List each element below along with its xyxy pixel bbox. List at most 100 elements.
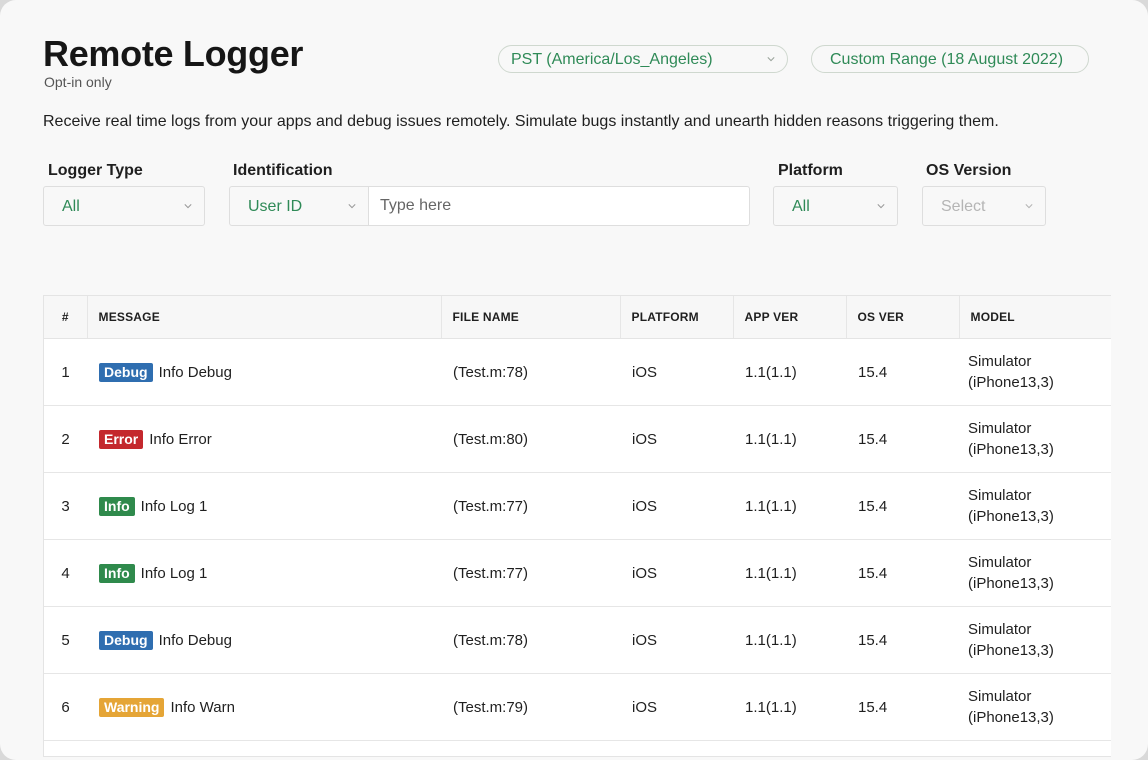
logger-type-select[interactable]: All — [43, 186, 205, 226]
timezone-select[interactable]: PST (America/Los_Angeles) — [498, 45, 788, 73]
column-header-number[interactable]: # — [44, 296, 88, 339]
log-level-badge: Error — [99, 429, 144, 449]
platform-cell: iOS — [620, 472, 733, 540]
message-cell: Info Info Log 1 — [87, 539, 441, 607]
app-ver-cell: 1.1(1.1) — [733, 405, 846, 473]
os-ver-cell: 15.4 — [846, 673, 959, 741]
platform-cell: iOS — [620, 673, 733, 741]
logger-type-value: All — [62, 198, 80, 215]
model-identifier: (iPhone13,3) — [968, 642, 1054, 659]
platform-cell: iOS — [620, 539, 733, 607]
message-text: Info Error — [149, 430, 212, 448]
date-range-value: Custom Range (18 August 2022) — [830, 51, 1064, 68]
os-ver-cell: 15.4 — [846, 606, 959, 674]
file-name-cell: (Test.m:78) — [441, 338, 620, 406]
model-identifier: (iPhone13,3) — [968, 441, 1054, 458]
table-row[interactable]: 4 Info Info Log 1 (Test.m:77) iOS 1.1(1.1… — [44, 539, 1111, 607]
os-ver-cell: 15.4 — [846, 539, 959, 607]
page-description: Receive real time logs from your apps an… — [43, 113, 999, 130]
row-number: 3 — [44, 472, 87, 540]
logger-type-label: Logger Type — [48, 162, 143, 179]
identification-type-value: User ID — [248, 198, 303, 215]
log-level-badge: Debug — [99, 630, 153, 650]
model-cell: Simulator (iPhone13,3) — [959, 405, 1111, 473]
message-cell: Warning Info Warn — [87, 673, 441, 741]
platform-select[interactable]: All — [773, 186, 898, 226]
platform-label: Platform — [778, 162, 843, 179]
logs-table-container: # MESSAGE FILE NAME PLATFORM APP VER OS … — [43, 295, 1111, 757]
model-name: Simulator — [968, 688, 1032, 705]
logs-table: # MESSAGE FILE NAME PLATFORM APP VER OS … — [44, 296, 1111, 741]
model-identifier: (iPhone13,3) — [968, 575, 1054, 592]
identification-type-select[interactable]: User ID — [229, 186, 369, 226]
table-row[interactable]: 5 Debug Info Debug (Test.m:78) iOS 1.1(1.… — [44, 606, 1111, 674]
row-number: 2 — [44, 405, 87, 473]
file-name-cell: (Test.m:80) — [441, 405, 620, 473]
message-cell: Debug Info Debug — [87, 606, 441, 674]
column-header-os-ver[interactable]: OS VER — [846, 296, 960, 339]
platform-cell: iOS — [620, 338, 733, 406]
page-title: Remote Logger — [43, 33, 304, 74]
model-identifier: (iPhone13,3) — [968, 374, 1054, 391]
remote-logger-panel: Remote Logger Opt-in only PST (America/L… — [0, 0, 1148, 760]
model-cell: Simulator (iPhone13,3) — [959, 539, 1111, 607]
os-version-select[interactable]: Select — [922, 186, 1046, 226]
identification-input[interactable] — [369, 186, 750, 226]
chevron-down-icon — [1025, 204, 1033, 209]
model-identifier: (iPhone13,3) — [968, 508, 1054, 525]
model-name: Simulator — [968, 554, 1032, 571]
table-row[interactable]: 3 Info Info Log 1 (Test.m:77) iOS 1.1(1.1… — [44, 472, 1111, 540]
chevron-down-icon — [184, 204, 192, 209]
model-cell: Simulator (iPhone13,3) — [959, 606, 1111, 674]
platform-cell: iOS — [620, 405, 733, 473]
column-header-app-ver[interactable]: APP VER — [733, 296, 847, 339]
log-level-badge: Warning — [99, 697, 165, 717]
row-number: 5 — [44, 606, 87, 674]
platform-cell: iOS — [620, 606, 733, 674]
model-name: Simulator — [968, 353, 1032, 370]
message-cell: Debug Info Debug — [87, 338, 441, 406]
message-text: Info Log 1 — [140, 564, 208, 582]
column-header-platform[interactable]: PLATFORM — [620, 296, 734, 339]
os-version-value: Select — [941, 198, 986, 215]
message-text: Info Debug — [158, 631, 232, 649]
file-name-cell: (Test.m:77) — [441, 472, 620, 540]
os-version-label: OS Version — [926, 162, 1012, 179]
model-cell: Simulator (iPhone13,3) — [959, 472, 1111, 540]
platform-value: All — [792, 198, 810, 215]
log-level-badge: Info — [99, 563, 135, 583]
column-header-file-name[interactable]: FILE NAME — [441, 296, 621, 339]
table-header-row: # MESSAGE FILE NAME PLATFORM APP VER OS … — [44, 296, 1111, 339]
row-number: 1 — [44, 338, 87, 406]
chevron-down-icon — [767, 57, 775, 62]
model-cell: Simulator (iPhone13,3) — [959, 338, 1111, 406]
app-ver-cell: 1.1(1.1) — [733, 606, 846, 674]
app-ver-cell: 1.1(1.1) — [733, 673, 846, 741]
chevron-down-icon — [877, 204, 885, 209]
log-level-badge: Debug — [99, 362, 153, 382]
date-range-button[interactable]: Custom Range (18 August 2022) — [811, 45, 1089, 73]
app-ver-cell: 1.1(1.1) — [733, 539, 846, 607]
file-name-cell: (Test.m:77) — [441, 539, 620, 607]
model-cell: Simulator (iPhone13,3) — [959, 673, 1111, 741]
os-ver-cell: 15.4 — [846, 338, 959, 406]
log-level-badge: Info — [99, 496, 135, 516]
os-ver-cell: 15.4 — [846, 472, 959, 540]
message-text: Info Log 1 — [140, 497, 208, 515]
chevron-down-icon — [348, 204, 356, 209]
row-number: 6 — [44, 673, 87, 741]
column-header-message[interactable]: MESSAGE — [87, 296, 442, 339]
opt-in-note: Opt-in only — [44, 74, 112, 90]
table-row[interactable]: 2 Error Info Error (Test.m:80) iOS 1.1(1.… — [44, 405, 1111, 473]
file-name-cell: (Test.m:79) — [441, 673, 620, 741]
os-ver-cell: 15.4 — [846, 405, 959, 473]
message-cell: Info Info Log 1 — [87, 472, 441, 540]
model-identifier: (iPhone13,3) — [968, 709, 1054, 726]
column-header-model[interactable]: MODEL — [959, 296, 1111, 339]
identification-label: Identification — [233, 162, 333, 179]
table-row[interactable]: 1 Debug Info Debug (Test.m:78) iOS 1.1(1.… — [44, 338, 1111, 406]
table-row[interactable]: 6 Warning Info Warn (Test.m:79) iOS 1.1(1… — [44, 673, 1111, 741]
timezone-value: PST (America/Los_Angeles) — [511, 51, 713, 68]
model-name: Simulator — [968, 487, 1032, 504]
row-number: 4 — [44, 539, 87, 607]
